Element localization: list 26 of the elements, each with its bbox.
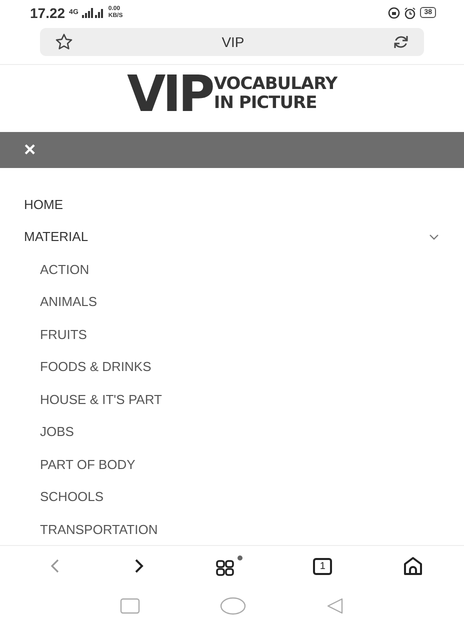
page-title: VIP [222,34,244,50]
menu-item[interactable]: MATERIAL [0,220,464,253]
submenu-item[interactable]: HOUSE & IT'S PART [0,382,464,416]
address-bar[interactable]: VIP [40,28,424,56]
star-icon[interactable] [54,32,74,52]
submenu-item[interactable]: ANIMALS [0,285,464,318]
submenu-item[interactable]: JOBS [0,415,464,448]
logo-subtitle: IN PICTURE [214,94,318,114]
submenu-item[interactable]: FOODS & DRINKS [0,350,464,383]
submenu-item[interactable]: SCHOOLS [0,480,464,513]
lock-icon [388,6,400,19]
home-icon[interactable] [402,555,424,578]
submenu-item[interactable]: FRUITS [0,318,464,350]
signal-icon [82,8,104,18]
status-time: 17.22 [30,4,66,21]
submenu-item[interactable]: ACTION [0,252,464,286]
submenu-item[interactable]: TRANSPORTATION [0,512,464,546]
menu-item[interactable]: HOME [0,188,464,220]
chevron-icon [428,232,440,241]
logo-text: VIP [126,69,212,120]
close-button[interactable]: × [20,140,40,160]
alarm-icon [404,6,416,19]
logo-subtitle: VOCABULARY [214,75,338,94]
tab-count-button[interactable]: 1 [312,558,332,575]
apps-icon[interactable] [215,555,244,578]
submenu-item[interactable]: PART OF BODY [0,448,464,480]
